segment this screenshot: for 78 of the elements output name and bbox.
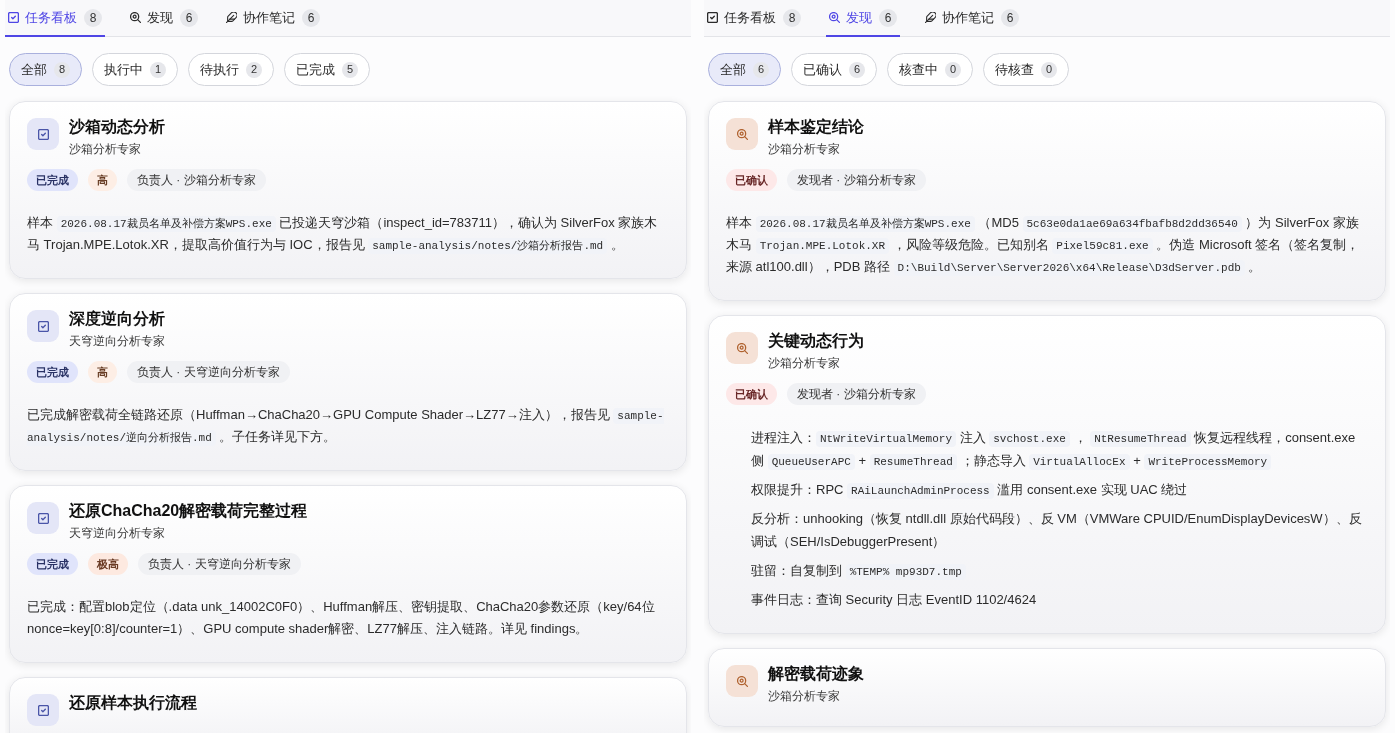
- filter-count: 8: [54, 61, 70, 78]
- tab[interactable]: 任务看板 8: [704, 0, 804, 37]
- card-subtitle: 沙箱分析专家: [768, 688, 841, 704]
- card-title: 样本鉴定结论: [768, 117, 864, 137]
- behavior-item: 进程注入： NtWriteVirtualMemory 注入 svchost.exe ， NtResumeThread 恢复远程线程，consent.exe 侧 QueueUserAPC + ResumeThread ；静态导入 VirtualAllocEx + WriteProcessMemory: [751, 429, 1357, 472]
- card-title: 深度逆向分析: [69, 309, 165, 329]
- feather-icon: [226, 12, 237, 23]
- tab[interactable]: 发现 6: [826, 0, 900, 37]
- tab-count: 6: [302, 8, 320, 27]
- search-icon: [130, 12, 141, 23]
- filter-chip[interactable]: 待执行 2: [188, 53, 274, 86]
- card-subtitle: 沙箱分析专家: [768, 355, 841, 371]
- card-subtitle: 沙箱分析专家: [768, 141, 841, 157]
- card-title: 关键动态行为: [768, 331, 864, 351]
- filter-chip[interactable]: 核查中 0: [887, 53, 973, 86]
- tab[interactable]: 协作笔记 6: [223, 0, 323, 37]
- status-tag: 已确认: [726, 383, 777, 405]
- card-subtitle: 沙箱分析专家: [69, 141, 142, 157]
- task-card[interactable]: 沙箱动态分析 沙箱分析专家 已完成 高 负责人 · 沙箱分析专家 样本 2026.08.17裁员名单及补偿方案WPS.exe 已投递天穹沙箱（inspect_id=783711），确认为 SilverFox 家族木马 Trojan.MPE.Lotok.XR，提取高价值行为与 IOC，报告见 sample-analysis/notes/沙箱分析报告.md 。: [9, 101, 687, 279]
- behavior-item: 权限提升：RPC RAiLaunchAdminProcess 滥用 consent.exe 实现 UAC 绕过: [751, 481, 1189, 501]
- card-title: 还原样本执行流程: [69, 693, 197, 713]
- behavior-item: 驻留：自复制到 %TEMP% mp93D7.tmp: [751, 559, 1368, 582]
- filter-count: 0: [1041, 61, 1057, 78]
- card-description: 已完成：配置blob定位（.data unk_14002C0F0）、Huffman解压、密钥提取、ChaCha20参数还原（key/64位 nonce=key[0:8]/counter=1）、GPU compute shader解密、LZ77解压、注入链路。详见 findings。: [27, 598, 656, 638]
- owner-tag: 负责人 · 天穹逆向分析专家: [127, 361, 290, 383]
- priority-tag: 高: [88, 169, 117, 191]
- status-tag: 已确认: [726, 169, 777, 191]
- filter-count: 0: [945, 61, 961, 78]
- filter-chip[interactable]: 已确认 6: [791, 53, 877, 86]
- owner-tag: 负责人 · 天穹逆向分析专家: [138, 553, 301, 575]
- search-icon: [829, 12, 840, 23]
- search-icon: [726, 118, 758, 150]
- filter-count: 5: [342, 61, 358, 78]
- tab-count: 6: [1001, 8, 1019, 27]
- filter-count: 1: [150, 61, 166, 78]
- status-tag: 已完成: [27, 361, 78, 383]
- tab[interactable]: 发现 6: [127, 0, 201, 37]
- tab[interactable]: 任务看板 8: [5, 0, 105, 37]
- filter-chip[interactable]: 已完成 5: [284, 53, 370, 86]
- tab-count: 6: [180, 8, 198, 27]
- finding-card[interactable]: [708, 315, 1386, 634]
- check-square-icon: [8, 12, 19, 23]
- card-title: 解密载荷迹象: [768, 664, 864, 684]
- card-description: 样本 2026.08.17裁员名单及补偿方案WPS.exe 已投递天穹沙箱（inspect_id=783711），确认为 SilverFox 家族木马 Trojan.MPE.Lotok.XR，提取高价值行为与 IOC，报告见 sample-analysis/notes/沙箱分析报告.md 。: [27, 214, 659, 256]
- filter-count: 2: [246, 61, 262, 78]
- filter-count: 6: [753, 61, 769, 78]
- card-title: 沙箱动态分析: [69, 117, 165, 137]
- priority-tag: 极高: [88, 553, 128, 575]
- feather-icon: [925, 12, 936, 23]
- filter-chip[interactable]: 全部 6: [708, 53, 781, 86]
- search-icon: [726, 665, 758, 697]
- tab[interactable]: 协作笔记 6: [922, 0, 1022, 37]
- owner-tag: 发现者 · 沙箱分析专家: [787, 169, 926, 191]
- card-title: 还原ChaCha20解密载荷完整过程: [69, 501, 308, 521]
- filter-chip[interactable]: 执行中 1: [92, 53, 178, 86]
- tab-count: 8: [84, 8, 102, 27]
- status-tag: 已完成: [27, 169, 78, 191]
- filter-chip[interactable]: 全部 8: [9, 53, 82, 86]
- card-subtitle: 天穹逆向分析专家: [69, 333, 165, 349]
- behavior-item: 事件日志：查询 Security 日志 EventID 1102/4624: [751, 591, 1038, 609]
- search-icon: [726, 332, 758, 364]
- finding-card[interactable]: 解密载荷迹象 沙箱分析专家: [708, 648, 1386, 727]
- filter-chip[interactable]: 待核查 0: [983, 53, 1069, 86]
- tab-count: 8: [783, 8, 801, 27]
- card-description: 样本 2026.08.17裁员名单及补偿方案WPS.exe （MD5 5c63e0da1ae69a634fbafb8d2dd36540 ）为 SilverFox 家族木马 Trojan.MPE.Lotok.XR ，风险等级危险。已知别名 Pixel59c81.exe 。伪造 Microsoft 签名（签名复制，来源 atl100.dll），PDB 路径 D:\Build\Server\Server2026\x64\Release\D3dServer.pdb 。: [726, 214, 1361, 278]
- card-subtitle: 天穹逆向分析专家: [69, 525, 166, 541]
- behavior-item: 反分析：unhooking（恢复 ntdll.dll 原始代码段）、反 VM（VMWare CPUID/EnumDisplayDevicesW）、反调试（SEH/IsDebuggerPresent）: [751, 510, 1363, 551]
- owner-tag: 发现者 · 沙箱分析专家: [787, 383, 926, 405]
- check-square-icon: [707, 12, 718, 23]
- status-tag: 已完成: [27, 553, 78, 575]
- filter-count: 6: [849, 61, 865, 78]
- task-card[interactable]: 深度逆向分析 天穹逆向分析专家 已完成 高 负责人 · 天穹逆向分析专家 已完成解密载荷全链路还原（Huffman→ChaCha20→GPU Compute Shader→LZ77→注入），报告见 sample-analysis/notes/逆向分析报告.md 。子任务详见下方。: [9, 293, 687, 471]
- task-card[interactable]: 还原样本执行流程: [9, 677, 687, 733]
- owner-tag: 负责人 · 沙箱分析专家: [127, 169, 266, 191]
- tab-count: 6: [879, 8, 897, 27]
- finding-card[interactable]: [708, 101, 1386, 301]
- priority-tag: 高: [88, 361, 117, 383]
- task-card[interactable]: 还原ChaCha20解密载荷完整过程 天穹逆向分析专家 已完成 极高 负责人 · 天穹逆向分析专家 已完成：配置blob定位（.data unk_14002C0F0）、Huffman解压、密钥提取、ChaCha20参数还原（key/64位 nonce=key[0:8]/counter=1）、GPU compute shader解密、LZ77解压、注入链路。详见 findings。: [9, 485, 687, 663]
